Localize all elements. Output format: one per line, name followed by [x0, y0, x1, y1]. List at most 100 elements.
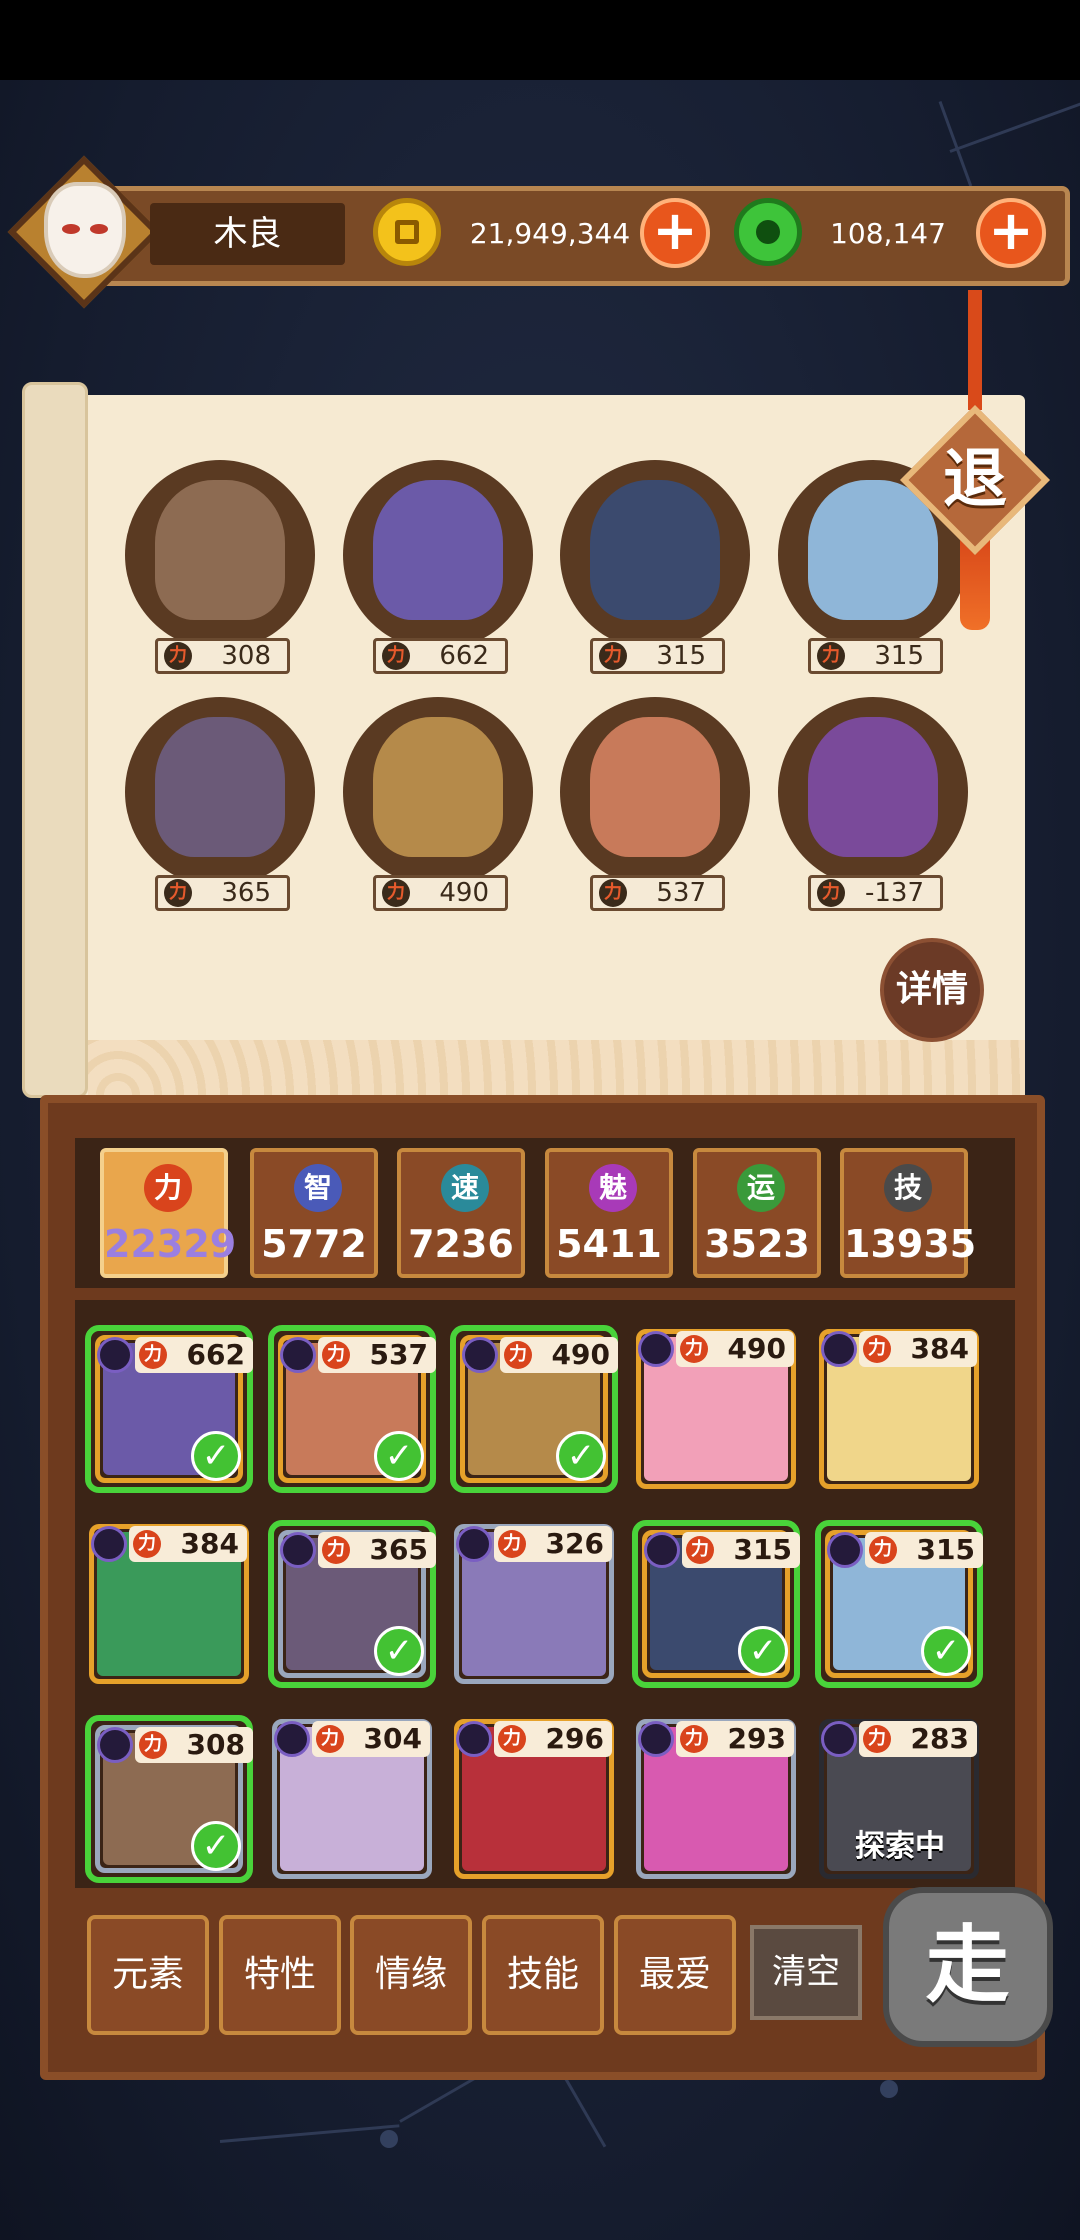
power-icon: 力: [139, 1731, 167, 1759]
lineup-hero[interactable]: 力 -137: [778, 697, 968, 911]
hero-portrait: [155, 717, 285, 857]
retreat-label: 退: [943, 443, 1007, 517]
filter-button[interactable]: 元素: [87, 1915, 209, 2035]
attribute-value: 13935: [844, 1222, 977, 1266]
card-power-value: 308: [186, 1728, 245, 1761]
card-power-label: 力 490: [500, 1337, 618, 1373]
element-moon-icon: [456, 1526, 492, 1562]
element-moon-icon: [827, 1532, 863, 1568]
filter-button[interactable]: 情缘: [350, 1915, 472, 2035]
power-icon: 力: [382, 879, 410, 907]
element-moon-icon: [97, 1337, 133, 1373]
hero-power-label: 力 365: [155, 875, 290, 911]
card-power-label: 力 315: [865, 1532, 983, 1568]
hero-power-label: 力 315: [808, 638, 943, 674]
power-icon: 力: [164, 642, 192, 670]
details-button[interactable]: 详情: [880, 938, 984, 1042]
attribute-value: 5411: [556, 1222, 662, 1266]
check-icon: ✓: [374, 1626, 424, 1676]
filter-button[interactable]: 特性: [219, 1915, 341, 2035]
check-icon: ✓: [374, 1431, 424, 1481]
hanging-rope: [968, 290, 982, 410]
power-icon: 力: [322, 1536, 350, 1564]
card-power-value: 384: [910, 1332, 969, 1365]
hero-card[interactable]: 力 365 ✓: [268, 1520, 436, 1688]
lineup-hero[interactable]: 力 490: [343, 697, 533, 911]
hero-portrait: [155, 480, 285, 620]
hero-card[interactable]: 力 326: [450, 1520, 618, 1688]
hero-power-label: 力 -137: [808, 875, 943, 911]
attribute-tab[interactable]: 运 3523: [693, 1148, 821, 1278]
hero-card[interactable]: 力 304: [268, 1715, 436, 1883]
coin-amount: 21,949,344: [469, 217, 631, 250]
card-power-label: 力 296: [494, 1721, 612, 1757]
attribute-icon: 魅: [589, 1164, 637, 1212]
lineup-hero[interactable]: 力 308: [125, 460, 315, 674]
power-icon: 力: [863, 1725, 891, 1753]
attribute-tab[interactable]: 力 22329: [100, 1148, 236, 1278]
card-power-value: 315: [733, 1533, 792, 1566]
filter-button[interactable]: 最爱: [614, 1915, 736, 2035]
hero-card[interactable]: 力 296: [450, 1715, 618, 1883]
hero-card[interactable]: 力 283 探索中: [815, 1715, 983, 1883]
hero-card[interactable]: 力 308 ✓: [85, 1715, 253, 1883]
attribute-tab[interactable]: 技 13935: [840, 1148, 977, 1278]
power-icon: 力: [498, 1530, 526, 1558]
hero-power-label: 力 537: [590, 875, 725, 911]
card-power-value: 662: [186, 1338, 245, 1371]
player-avatar[interactable]: [7, 155, 161, 309]
power-icon: 力: [498, 1725, 526, 1753]
hero-card[interactable]: 力 490 ✓: [450, 1325, 618, 1493]
attribute-icon: 智: [294, 1164, 342, 1212]
element-moon-icon: [638, 1331, 674, 1367]
add-coins-button[interactable]: +: [640, 198, 710, 268]
power-icon: 力: [817, 879, 845, 907]
power-icon: 力: [322, 1341, 350, 1369]
attribute-icon: 技: [884, 1164, 932, 1212]
power-icon: 力: [164, 879, 192, 907]
card-power-label: 力 293: [676, 1721, 794, 1757]
hero-power-value: 365: [221, 878, 271, 908]
hero-card[interactable]: 力 315 ✓: [815, 1520, 983, 1688]
card-power-label: 力 490: [676, 1331, 794, 1367]
lineup-hero[interactable]: 力 315: [560, 460, 750, 674]
power-icon: 力: [680, 1335, 708, 1363]
add-jade-button[interactable]: +: [976, 198, 1046, 268]
retreat-button[interactable]: 退: [900, 405, 1050, 555]
power-icon: 力: [382, 642, 410, 670]
card-power-label: 力 283: [859, 1721, 977, 1757]
status-bar: [0, 0, 1080, 80]
hero-card[interactable]: 力 384: [815, 1325, 983, 1493]
element-moon-icon: [638, 1721, 674, 1757]
card-power-value: 365: [369, 1533, 428, 1566]
hero-card[interactable]: 力 293: [632, 1715, 800, 1883]
hero-card[interactable]: 力 384: [85, 1520, 253, 1688]
hero-portrait: [590, 717, 720, 857]
filter-button[interactable]: 技能: [482, 1915, 604, 2035]
attribute-icon: 速: [441, 1164, 489, 1212]
card-power-label: 力 315: [682, 1532, 800, 1568]
hero-card[interactable]: 力 490: [632, 1325, 800, 1493]
hero-power-value: 537: [656, 878, 706, 908]
element-moon-icon: [821, 1331, 857, 1367]
lineup-hero[interactable]: 力 537: [560, 697, 750, 911]
fox-mask-icon: [44, 182, 126, 278]
attribute-tab[interactable]: 魅 5411: [545, 1148, 673, 1278]
jade-coin-icon: [734, 198, 802, 266]
lineup-hero[interactable]: 力 662: [343, 460, 533, 674]
power-icon: 力: [680, 1725, 708, 1753]
lineup-hero[interactable]: 力 365: [125, 697, 315, 911]
hero-card[interactable]: 力 662 ✓: [85, 1325, 253, 1493]
element-moon-icon: [91, 1526, 127, 1562]
card-power-value: 384: [180, 1527, 239, 1560]
attribute-tab[interactable]: 智 5772: [250, 1148, 378, 1278]
clear-button[interactable]: 清空: [750, 1925, 862, 2020]
go-button[interactable]: 走: [875, 1875, 1060, 2055]
attribute-tab[interactable]: 速 7236: [397, 1148, 525, 1278]
element-moon-icon: [456, 1721, 492, 1757]
hero-power-label: 力 315: [590, 638, 725, 674]
hero-card[interactable]: 力 537 ✓: [268, 1325, 436, 1493]
hero-card[interactable]: 力 315 ✓: [632, 1520, 800, 1688]
hero-portrait: [590, 480, 720, 620]
attribute-value: 5772: [261, 1222, 367, 1266]
